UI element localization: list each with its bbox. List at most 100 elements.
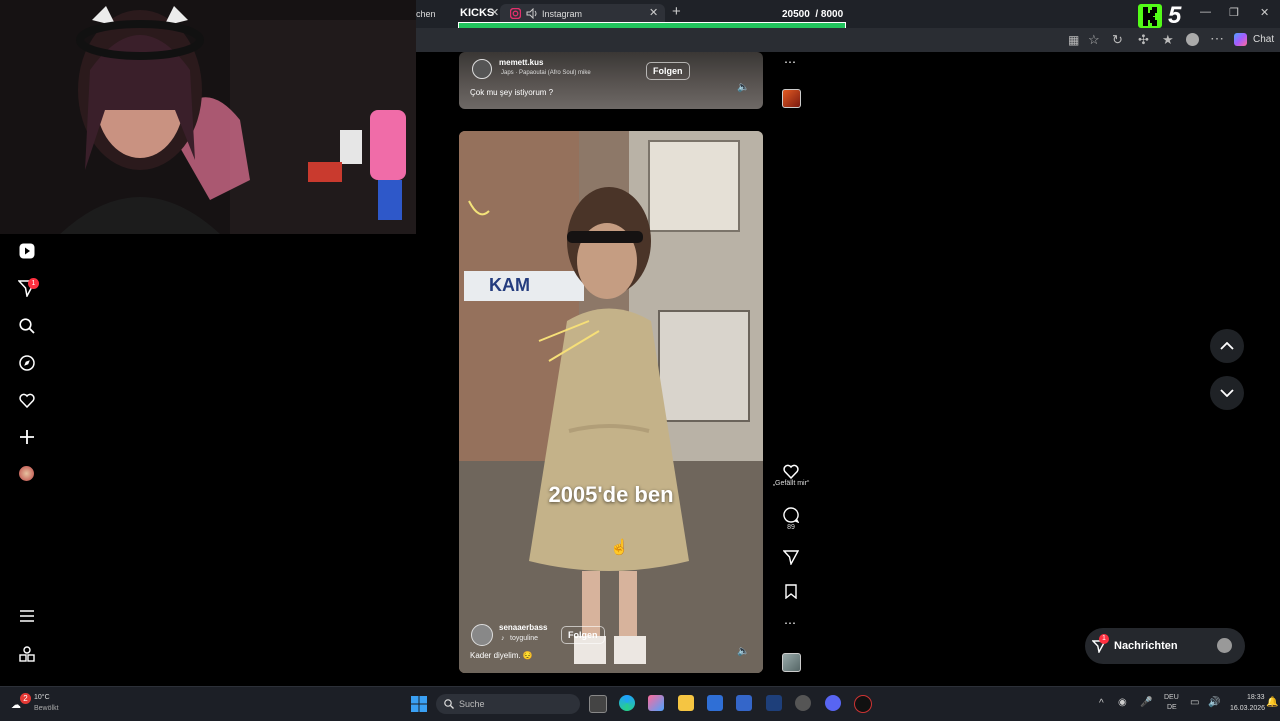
photos-icon[interactable]: [766, 695, 782, 711]
extensions-icon[interactable]: ✣: [1138, 32, 1149, 48]
kick-logo: [1138, 4, 1162, 28]
threads-apps-icon[interactable]: [17, 644, 37, 664]
taskbar-search-placeholder: Suche: [459, 699, 485, 709]
copilot-app-icon[interactable]: [648, 695, 664, 711]
store-icon[interactable]: [707, 695, 723, 711]
chat-button[interactable]: Chat: [1253, 34, 1274, 45]
close-window-icon[interactable]: ✕: [1260, 6, 1269, 19]
browser-toolbar: [416, 28, 1280, 52]
obs-icon[interactable]: [854, 695, 872, 713]
comment-count: 89: [787, 524, 795, 531]
instagram-tab-icon: [510, 8, 521, 19]
reel-main-follow-button[interactable]: Folgen: [561, 626, 605, 644]
reel-video[interactable]: KAM: [459, 131, 763, 673]
reel-overlay-text: 2005'de ben: [548, 482, 674, 507]
tray-chevron-icon[interactable]: ^: [1099, 698, 1104, 709]
reels-icon[interactable]: [17, 241, 37, 261]
reel-top-follow-button[interactable]: Folgen: [646, 62, 690, 80]
webcam-overlay: [0, 0, 416, 234]
share-action[interactable]: [781, 549, 801, 565]
weather-desc: Bewölkt: [34, 705, 59, 712]
reel-top-more-icon[interactable]: ⋯: [784, 55, 796, 69]
clock-time[interactable]: 18:33: [1247, 694, 1265, 701]
favorites-icon[interactable]: ★: [1162, 32, 1174, 48]
taskbar-search-box[interactable]: [436, 694, 580, 714]
menu-icon[interactable]: [17, 606, 37, 626]
previous-reel-button[interactable]: [1210, 329, 1244, 363]
weather-temp[interactable]: 10°C: [34, 694, 50, 701]
search-icon: [444, 699, 454, 709]
minimize-icon[interactable]: —: [1200, 6, 1211, 18]
overlay-count-badge: 5: [1168, 2, 1182, 29]
heart-icon[interactable]: [17, 390, 37, 410]
reel-main-avatar[interactable]: [471, 624, 493, 646]
explore-icon[interactable]: [17, 353, 37, 373]
windows-start-icon[interactable]: [411, 696, 427, 712]
discord-icon[interactable]: [825, 695, 841, 711]
more-menu-icon[interactable]: ⋯: [1210, 30, 1224, 47]
reel-top-audio-thumb[interactable]: [782, 89, 801, 108]
reel-top-username[interactable]: memett.kus: [499, 58, 543, 67]
reel-main-username[interactable]: senaaerbass: [499, 623, 547, 632]
reel-main-caption: Kader diyelim. 😔: [470, 651, 533, 660]
profile-avatar-icon[interactable]: [19, 466, 34, 481]
like-action[interactable]: „Gefällt mir“: [773, 464, 809, 487]
profile-avatar[interactable]: [1186, 33, 1199, 46]
next-reel-button[interactable]: [1210, 376, 1244, 410]
close-tab-icon[interactable]: ✕: [490, 6, 499, 19]
reel-main-audio[interactable]: toyguline: [510, 635, 538, 642]
display-icon[interactable]: ▭: [1190, 697, 1199, 708]
copilot-icon[interactable]: [1234, 33, 1247, 46]
share-icon[interactable]: [783, 549, 799, 565]
microphone-icon[interactable]: 🎤: [1140, 697, 1152, 708]
new-tab-icon[interactable]: +: [672, 3, 681, 20]
reel-top-audio[interactable]: Japs · Papaoutai (Afro Soul) mike: [501, 70, 591, 76]
bookmark-icon[interactable]: [785, 584, 797, 599]
volume-icon[interactable]: 🔊: [1208, 697, 1220, 708]
streamer-camera-image: [0, 0, 416, 234]
weather-badge: 2: [20, 693, 31, 704]
favorite-star-icon[interactable]: ☆: [1088, 32, 1100, 48]
previous-tab-fragment[interactable]: chen: [416, 9, 436, 19]
settings-gear-icon[interactable]: [795, 695, 811, 711]
svg-text:KAM: KAM: [489, 275, 530, 295]
edge-browser-icon[interactable]: [619, 695, 635, 711]
reel-top-avatar[interactable]: [472, 59, 492, 79]
notifications-icon[interactable]: 🔔: [1266, 697, 1278, 708]
save-action[interactable]: [781, 584, 801, 599]
lang-top[interactable]: DEU: [1164, 694, 1179, 701]
clock-date[interactable]: 16.03.2026: [1230, 705, 1265, 712]
refresh-icon[interactable]: ↻: [1112, 32, 1123, 48]
like-label: „Gefällt mir“: [772, 480, 810, 487]
task-view-icon[interactable]: [589, 695, 607, 713]
restore-icon[interactable]: ❐: [1229, 6, 1239, 19]
speaker-tab-icon[interactable]: [526, 8, 538, 19]
weather-cloud-icon[interactable]: ☁: [11, 700, 21, 711]
comment-icon[interactable]: [783, 507, 799, 523]
reel-photo: KAM: [459, 131, 763, 673]
search-icon[interactable]: [17, 316, 37, 336]
tab-instagram[interactable]: [500, 4, 665, 24]
goal-counter: 20500 / 8000: [782, 9, 844, 20]
reel-top-caption: Çok mu şey istiyorum ?: [470, 88, 554, 97]
file-explorer-icon[interactable]: [678, 695, 694, 711]
messages-avatar[interactable]: [1217, 638, 1232, 653]
reader-icon[interactable]: ▦: [1068, 33, 1079, 47]
lang-bottom[interactable]: DE: [1167, 704, 1177, 711]
outlook-icon[interactable]: [736, 695, 752, 711]
network-icon[interactable]: ◉: [1118, 697, 1127, 708]
comment-action[interactable]: 89: [781, 507, 801, 531]
heart-icon[interactable]: [783, 464, 799, 479]
reel-main-more-icon[interactable]: ⋯: [784, 616, 796, 630]
reel-top-mute-icon[interactable]: 🔈: [737, 82, 749, 93]
chevron-up-icon: [1220, 342, 1234, 350]
reel-main-mute-icon[interactable]: 🔈: [737, 646, 749, 657]
messages-label[interactable]: Nachrichten: [1114, 640, 1178, 652]
messages-badge: 1: [1099, 634, 1109, 644]
close-tab-icon[interactable]: ✕: [649, 6, 658, 19]
reel-main-audio-thumb[interactable]: [782, 653, 801, 672]
create-icon[interactable]: [17, 427, 37, 447]
windows-taskbar: [0, 686, 1280, 721]
mouse-cursor-icon: ☝: [610, 539, 629, 556]
active-tab-title: Instagram: [542, 9, 583, 19]
